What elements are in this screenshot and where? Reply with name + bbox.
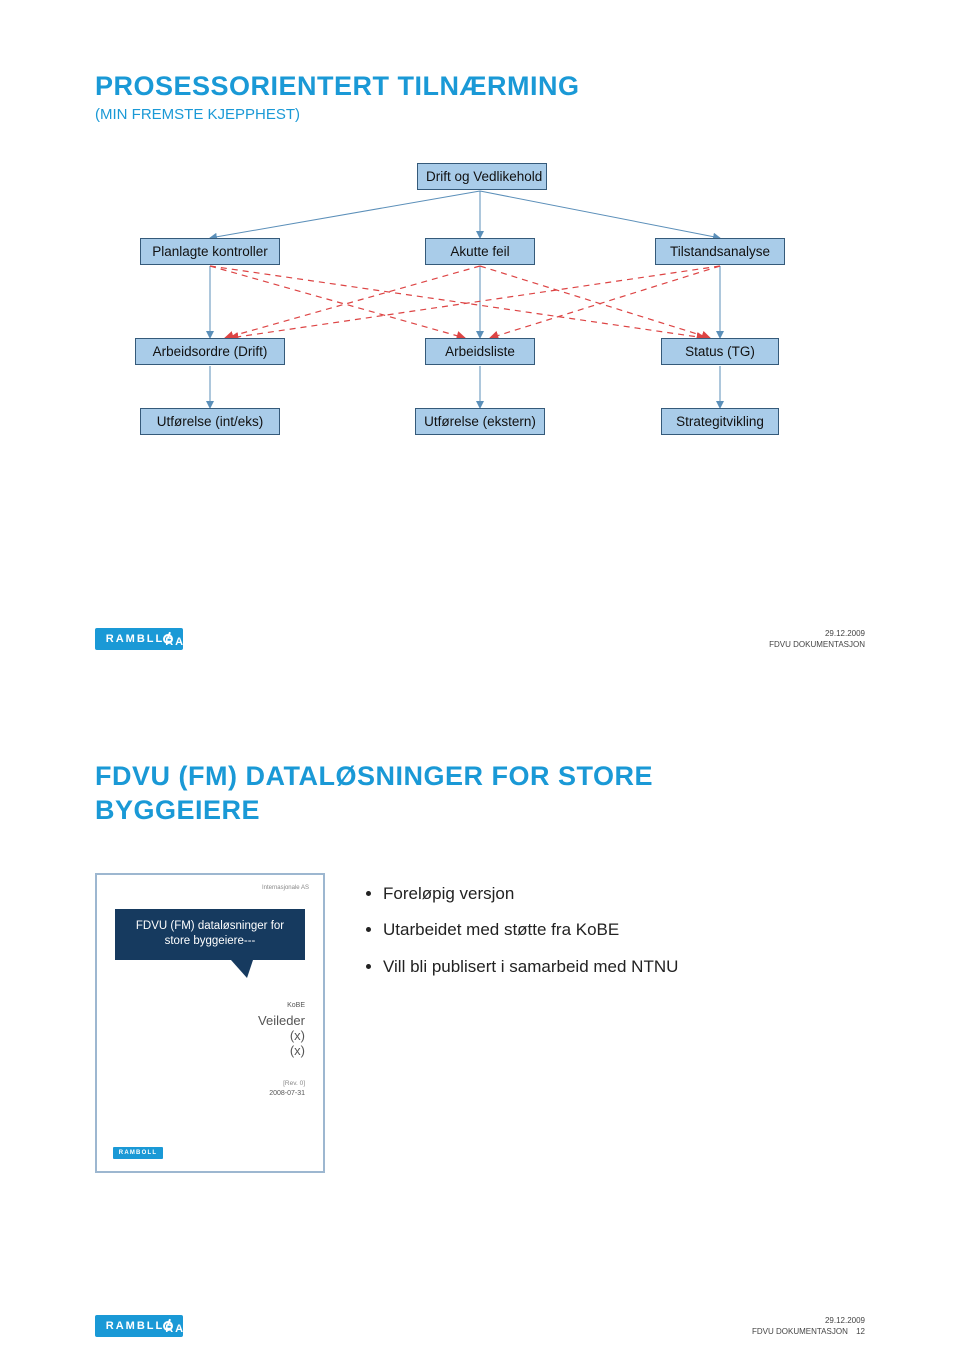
slide1-subtitle: (MIN FREMSTE KJEPPHEST)	[95, 106, 865, 123]
brand-logo-2	[95, 1315, 183, 1337]
slide1-footer: 29.12.2009 FDVU DOKUMENTASJON	[769, 629, 865, 650]
bullet-3: Vill bli publisert i samarbeid med NTNU	[383, 956, 678, 979]
node-r4-2: Utførelse (ekstern)	[415, 408, 545, 435]
slide2-body: Internasjonale AS FDVU (FM) dataløsninge…	[95, 873, 865, 1173]
thumb-logo: RAMBOLL	[113, 1147, 163, 1159]
document-thumbnail: Internasjonale AS FDVU (FM) dataløsninge…	[95, 873, 325, 1173]
slide1-title: PROSESSORIENTERT TILNÆRMING	[95, 70, 865, 104]
node-top: Drift og Vedlikehold	[417, 163, 547, 190]
node-r2-2: Akutte feil	[425, 238, 535, 265]
thumb-heading: Veileder	[115, 1013, 305, 1028]
slide2-footer: 29.12.2009 FDVU DOKUMENTASJON 12	[752, 1316, 865, 1337]
process-diagram: Drift og Vedlikehold Planlagte kontrolle…	[95, 163, 865, 493]
thumb-banner: FDVU (FM) dataløsninger for store byggei…	[115, 909, 305, 960]
thumb-rev: [Rev. 0]	[115, 1080, 305, 1087]
thumb-date: 2008-07-31	[115, 1090, 305, 1097]
footer-doc: FDVU DOKUMENTASJON	[769, 640, 865, 649]
footer2-date: 29.12.2009	[752, 1316, 865, 1326]
diagram-arrows	[95, 163, 865, 493]
node-r3-2: Arbeidsliste	[425, 338, 535, 365]
bullet-1: Foreløpig versjon	[383, 883, 678, 906]
node-r2-3: Tilstandsanalyse	[655, 238, 785, 265]
node-r2-1: Planlagte kontroller	[140, 238, 280, 265]
thumb-line2: (x)	[115, 1028, 305, 1043]
footer-date: 29.12.2009	[769, 629, 865, 639]
slide-1: PROSESSORIENTERT TILNÆRMING (MIN FREMSTE…	[0, 0, 960, 680]
thumb-line3: (x)	[115, 1043, 305, 1058]
thumb-bubble-tail	[231, 960, 253, 978]
slide-2: FDVU (FM) DATALØSNINGER FOR STORE BYGGEI…	[0, 680, 960, 1367]
node-r4-1: Utførelse (int/eks)	[140, 408, 280, 435]
slide2-title: FDVU (FM) DATALØSNINGER FOR STORE BYGGEI…	[95, 760, 735, 828]
footer2-page: 12	[856, 1327, 865, 1336]
bullet-2: Utarbeidet med støtte fra KoBE	[383, 919, 678, 942]
footer2-doc: FDVU DOKUMENTASJON	[752, 1327, 848, 1336]
bullet-list: Foreløpig versjon Utarbeidet med støtte …	[365, 883, 678, 1173]
node-r3-3: Status (TG)	[661, 338, 779, 365]
thumb-topright: Internasjonale AS	[262, 885, 309, 891]
brand-logo	[95, 628, 183, 650]
node-r3-1: Arbeidsordre (Drift)	[135, 338, 285, 365]
thumb-mid: KoBE	[115, 1002, 305, 1009]
node-r4-3: Strategitvikling	[661, 408, 779, 435]
